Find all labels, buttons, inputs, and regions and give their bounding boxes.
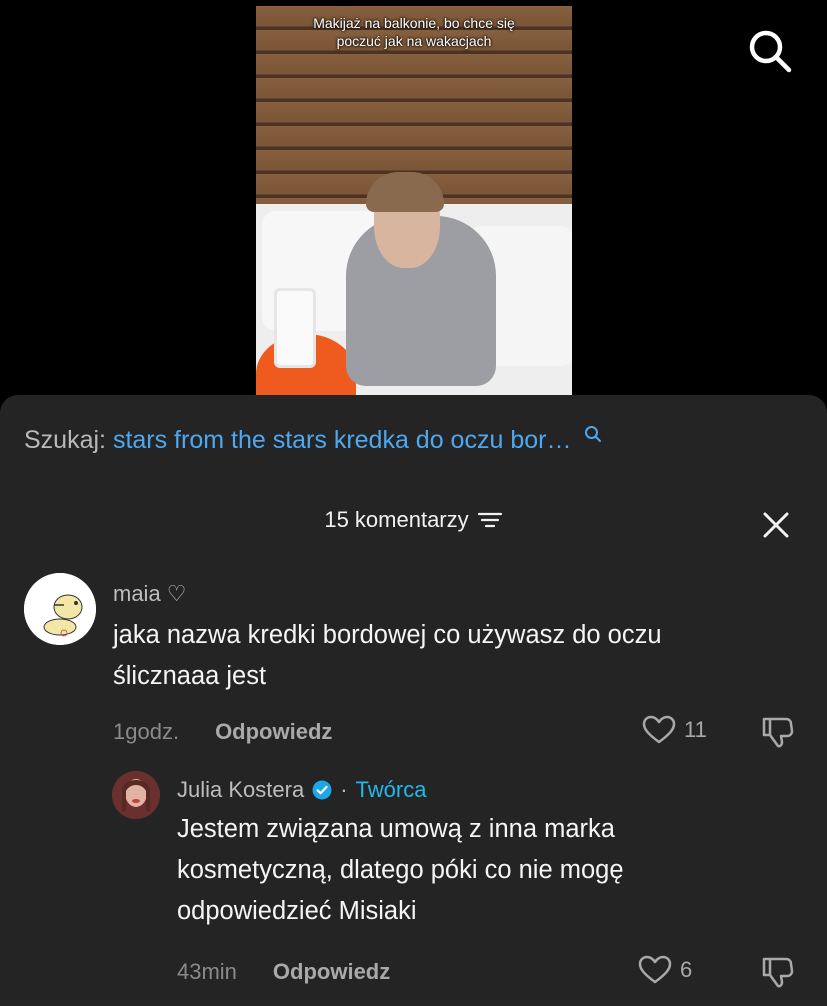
like-button[interactable]: 6 [638, 955, 692, 985]
like-button[interactable]: 11 [642, 715, 707, 745]
dislike-button[interactable] [760, 955, 796, 994]
sort-comments-button[interactable]: 15 komentarzy [324, 507, 502, 533]
video-player[interactable]: Makijaż na balkonie, bo chce się poczuć … [0, 0, 827, 395]
sort-icon [477, 512, 502, 528]
heart-icon [638, 955, 672, 984]
dislike-button[interactable] [760, 715, 796, 754]
close-button[interactable] [760, 509, 792, 541]
avatar-photo [112, 771, 160, 819]
separator: · [340, 777, 348, 802]
search-button[interactable] [745, 26, 795, 76]
comment-meta: 43min Odpowiedz [177, 959, 390, 985]
video-thumbnail[interactable] [256, 6, 572, 395]
search-suggestion-label: Szukaj: [24, 426, 106, 454]
comments-sheet: Szukaj: stars from the stars kredka do o… [0, 395, 827, 1006]
mirror [274, 288, 316, 368]
dislike-icon [762, 957, 794, 988]
avatar[interactable] [112, 771, 160, 819]
search-suggestion[interactable]: Szukaj: stars from the stars kredka do o… [24, 425, 602, 455]
avatar[interactable] [24, 573, 96, 645]
comments-header: 15 komentarzy [0, 503, 827, 538]
comment-meta: 1godz. Odpowiedz [113, 719, 332, 745]
comment-time: 1godz. [113, 719, 180, 744]
comment-username[interactable]: Julia Kostera · Twórca [177, 777, 426, 803]
reply-button[interactable]: Odpowiedz [273, 959, 390, 985]
video-caption: Makijaż na balkonie, bo chce się poczuć … [313, 15, 515, 49]
avatar-illustration [24, 573, 96, 645]
dislike-icon [762, 717, 794, 748]
comment-text: Jestem związana umową z inna marka kosme… [177, 815, 624, 925]
search-suggestion-query[interactable]: stars from the stars kredka do oczu bor… [113, 426, 572, 454]
heart-icon [642, 715, 676, 744]
verified-icon [312, 780, 332, 800]
comment-count: 15 komentarzy [324, 507, 469, 532]
like-count: 6 [680, 957, 693, 982]
comment-username[interactable]: maia ♡ [113, 581, 187, 607]
search-icon [585, 426, 602, 442]
reply-button[interactable]: Odpowiedz [215, 719, 332, 745]
search-icon [749, 30, 792, 73]
like-count: 11 [684, 717, 707, 742]
creator-badge: Twórca [355, 777, 427, 802]
comment-time: 43min [177, 959, 237, 984]
close-icon [763, 512, 789, 538]
comment-text: jaka nazwa kredki bordowej co używasz do… [113, 621, 662, 690]
